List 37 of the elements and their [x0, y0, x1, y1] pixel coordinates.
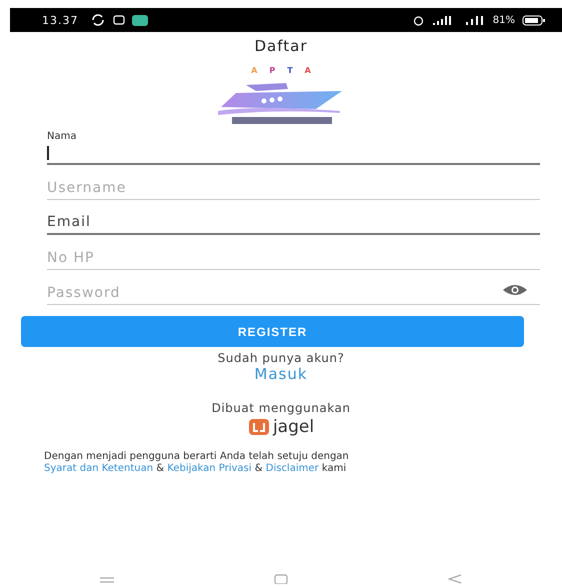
- field-placeholder: Username: [47, 180, 126, 196]
- input-field[interactable]: Username: [47, 166, 540, 200]
- field-placeholder: No HP: [47, 250, 94, 266]
- page-title: Daftar: [254, 37, 308, 55]
- brand-logo-icon: [248, 418, 270, 436]
- input-field[interactable]: Email: [47, 201, 540, 235]
- field-label: Nama: [47, 131, 76, 142]
- terms-text: Dengan menjadi pengguna berarti Anda telah setuju dengan Syarat dan Ketentuan & Kebijakan Privasi & Disclaimer kami: [44, 451, 350, 475]
- signal-icon: [464, 15, 486, 25]
- terms-link[interactable]: Kebijakan Privasi: [167, 463, 252, 474]
- terms-link[interactable]: Disclaimer: [266, 463, 319, 474]
- input-field[interactable]: Password: [47, 271, 540, 305]
- input-field[interactable]: Nama: [47, 131, 540, 165]
- made-with-text: Dibuat menggunakan: [212, 401, 350, 415]
- logo-letter: A: [304, 67, 311, 75]
- back-icon[interactable]: [448, 574, 462, 584]
- text-cursor: [47, 146, 49, 160]
- battery-icon: [522, 14, 546, 26]
- home-icon[interactable]: [274, 574, 288, 584]
- battery-percent: 81%: [492, 14, 515, 26]
- eye-icon[interactable]: [502, 283, 528, 297]
- app-notification-icon: [132, 14, 148, 26]
- logo-letter: A: [251, 67, 258, 75]
- alarm-icon: [412, 14, 424, 26]
- status-time: 13.37: [42, 14, 78, 26]
- logo-letter: T: [287, 67, 293, 75]
- terms-link[interactable]: Syarat dan Ketentuan: [44, 463, 154, 474]
- login-link[interactable]: Masuk: [254, 365, 308, 383]
- login-prompt: Sudah punya akun?: [218, 351, 344, 365]
- menu-icon[interactable]: [100, 576, 114, 584]
- brand-name: jagel: [272, 417, 314, 437]
- field-placeholder: Email: [47, 214, 91, 230]
- register-button[interactable]: REGISTER: [21, 316, 524, 347]
- field-placeholder: Password: [47, 285, 120, 301]
- input-field[interactable]: No HP: [47, 236, 540, 270]
- sync-icon: [90, 14, 106, 26]
- logo-letter: P: [269, 67, 276, 75]
